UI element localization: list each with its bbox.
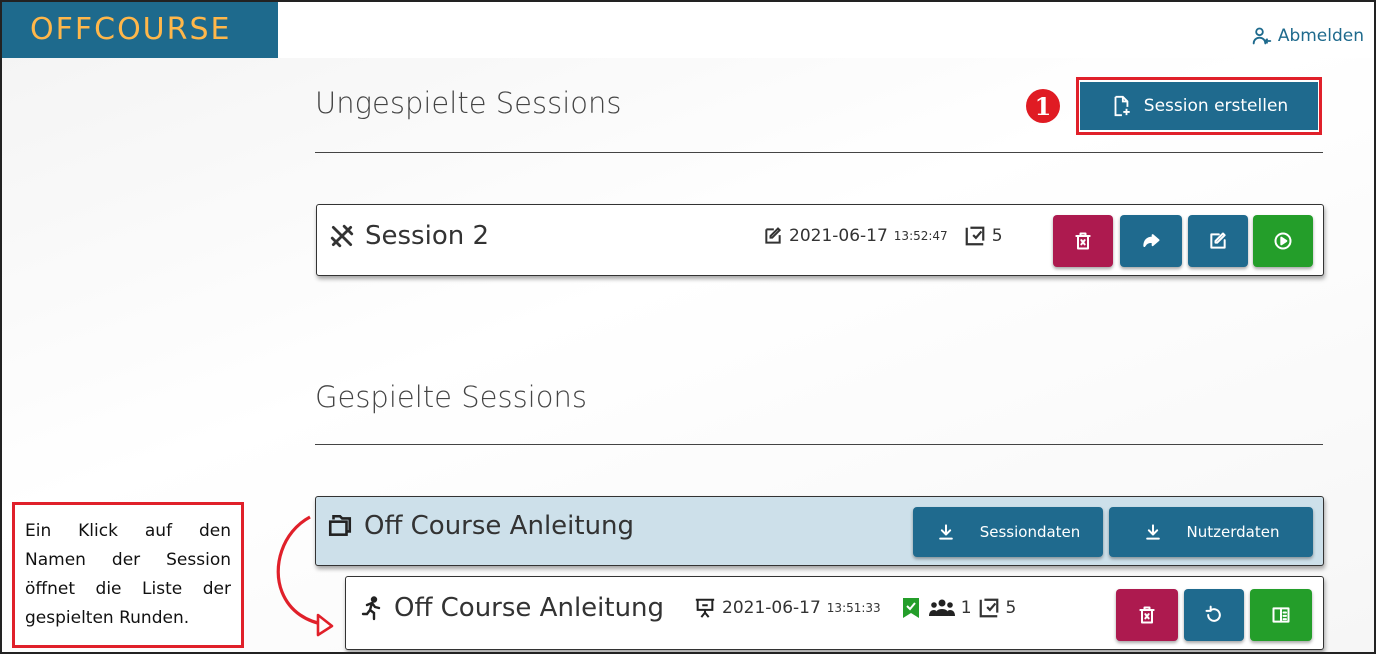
download-user-data-button[interactable]: Nutzerdaten bbox=[1109, 507, 1313, 557]
download-icon bbox=[938, 524, 953, 540]
unplayed-sessions-heading: Ungespielte Sessions bbox=[315, 86, 622, 120]
restart-icon bbox=[1205, 605, 1221, 622]
played-run-title[interactable]: Off Course Anleitung bbox=[360, 593, 664, 623]
edit-session-button[interactable] bbox=[1188, 215, 1248, 267]
session-group-title[interactable]: Off Course Anleitung bbox=[326, 511, 634, 541]
tasks-check-icon bbox=[978, 597, 1000, 619]
download-user-label: Nutzerdaten bbox=[1186, 523, 1280, 541]
replay-run-button[interactable] bbox=[1184, 589, 1244, 641]
session-meta: 2021-06-17 13:52:47 5 bbox=[763, 225, 1003, 247]
annotation-arrow bbox=[276, 515, 334, 637]
divider bbox=[315, 152, 1323, 153]
split-view-icon bbox=[1272, 607, 1290, 623]
download-session-data-button[interactable]: Sessiondaten bbox=[913, 507, 1103, 557]
edit-date-icon bbox=[763, 226, 783, 246]
session-group-name: Off Course Anleitung bbox=[364, 511, 635, 541]
trash-icon bbox=[1075, 232, 1091, 250]
create-session-button[interactable]: Session erstellen bbox=[1080, 82, 1318, 130]
played-sessions-heading: Gespielte Sessions bbox=[315, 380, 587, 414]
play-session-button[interactable] bbox=[1253, 215, 1313, 267]
share-arrow-icon bbox=[1143, 234, 1160, 247]
presentation-icon bbox=[694, 597, 716, 619]
divider bbox=[315, 444, 1323, 445]
download-session-label: Sessiondaten bbox=[979, 523, 1081, 541]
session-task-count: 5 bbox=[991, 226, 1003, 246]
logo-text: OFFCOURSE bbox=[30, 12, 232, 47]
session-card: Session 2 2021-06-17 13:52:47 5 bbox=[316, 204, 1324, 276]
played-run-name: Off Course Anleitung bbox=[394, 593, 665, 623]
running-person-icon bbox=[360, 594, 384, 622]
logout-label: Abmelden bbox=[1277, 26, 1364, 46]
tasks-check-icon bbox=[964, 225, 986, 247]
file-plus-icon bbox=[1114, 95, 1130, 117]
trash-icon bbox=[1139, 606, 1155, 624]
played-run-date: 2021-06-17 bbox=[722, 598, 821, 618]
played-run-player-count: 1 bbox=[960, 598, 972, 618]
download-icon bbox=[1145, 524, 1160, 540]
session-date: 2021-06-17 bbox=[789, 226, 888, 246]
create-session-label: Session erstellen bbox=[1143, 96, 1289, 116]
play-circle-icon bbox=[1274, 232, 1292, 250]
share-session-button[interactable] bbox=[1120, 215, 1182, 267]
played-run-meta: 2021-06-17 13:51:33 1 5 bbox=[694, 597, 1016, 619]
delete-session-button[interactable] bbox=[1053, 215, 1113, 267]
user-logout-icon bbox=[1252, 27, 1272, 45]
session-name: Session 2 bbox=[365, 221, 490, 251]
annotation-callout: Ein Klick auf den Namen der Session öffn… bbox=[12, 502, 244, 648]
edit-icon bbox=[1210, 232, 1226, 249]
delete-run-button[interactable] bbox=[1116, 589, 1178, 641]
app-frame: OFFCOURSE Abmelden Ungespielte Sessions … bbox=[0, 0, 1376, 654]
top-bar: OFFCOURSE Abmelden bbox=[2, 2, 1374, 58]
session-time: 13:52:47 bbox=[893, 229, 948, 243]
step-marker: 1 bbox=[1026, 89, 1060, 123]
users-icon bbox=[928, 599, 955, 617]
played-run-card: Off Course Anleitung 2021-06-17 13:51:33… bbox=[345, 576, 1324, 650]
session-title[interactable]: Session 2 bbox=[329, 221, 489, 251]
bookmark-check-icon bbox=[902, 598, 919, 618]
logo[interactable]: OFFCOURSE bbox=[2, 2, 278, 58]
logout-link[interactable]: Abmelden bbox=[1252, 26, 1364, 46]
crossed-swords-icon bbox=[329, 223, 355, 249]
played-run-task-count: 5 bbox=[1005, 598, 1017, 618]
session-group-card: Off Course Anleitung Sessiondaten Nutzer… bbox=[315, 496, 1324, 566]
view-run-details-button[interactable] bbox=[1250, 589, 1312, 641]
played-run-time: 13:51:33 bbox=[826, 601, 881, 615]
